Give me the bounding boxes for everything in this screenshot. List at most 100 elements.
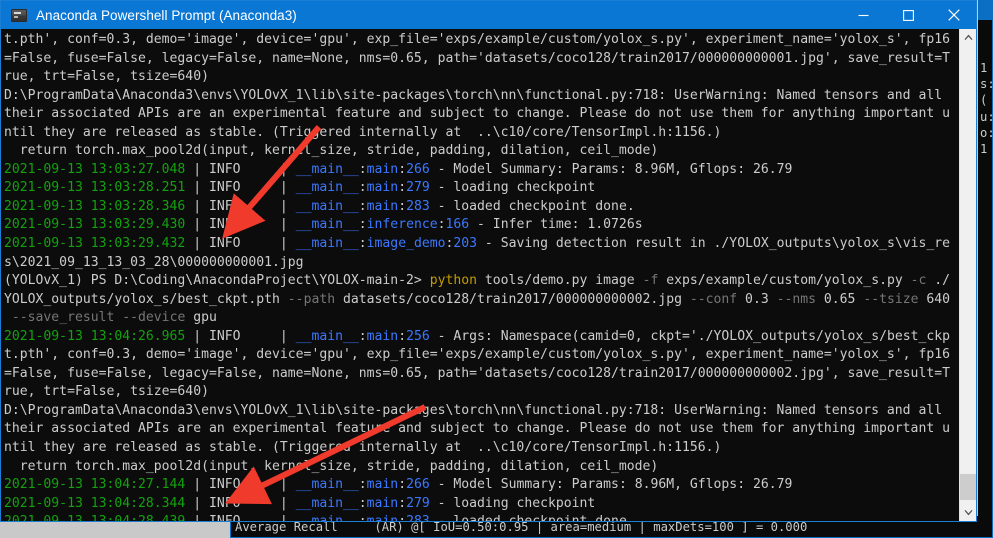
- terminal-line: return torch.max_pool2d(input, kernel_si…: [4, 142, 959, 161]
- terminal-text-blue: inference: [366, 217, 438, 233]
- terminal-line: 2021-09-13 13:03:29.430 | INFO | __main_…: [4, 216, 959, 235]
- terminal-text-white: 0.3: [737, 291, 777, 307]
- terminal-line: 2021-09-13 13:04:26.965 | INFO | __main_…: [4, 328, 959, 347]
- terminal-text-white: ./: [926, 273, 951, 289]
- terminal-line: rue, trt=False, tsize=640): [4, 68, 959, 87]
- terminal-text-white: :: [358, 236, 367, 252]
- terminal-text-white: 0.65: [816, 291, 864, 307]
- terminal-line: s\2021_09_13_13_03_28\000000000001.jpg: [4, 254, 959, 273]
- terminal-text-white: | INFO |: [185, 198, 296, 214]
- terminal-text-white: :: [398, 495, 407, 511]
- terminal-line: rue, trt=False, tsize=640): [4, 383, 959, 402]
- terminal-text-white: =False, fuse=False, legacy=False, name=N…: [4, 365, 950, 381]
- terminal-text-white: =False, fuse=False, legacy=False, name=N…: [4, 50, 950, 66]
- terminal-text-green: 2021-09-13 13:04:26.965: [4, 328, 186, 344]
- terminal-text-blue: __main__: [296, 514, 359, 521]
- terminal-text-white: | INFO |: [185, 495, 296, 511]
- terminal-line: YOLOX_outputs/yolox_s/best_ckpt.pth --pa…: [4, 291, 959, 310]
- terminal-text-white: - Model Summary: Params: 8.96M, Gflops: …: [429, 161, 793, 177]
- terminal-text-white: return torch.max_pool2d(input, kernel_si…: [4, 458, 659, 474]
- minimize-button[interactable]: [841, 1, 886, 29]
- terminal-text-gray: --tsize: [863, 291, 919, 307]
- terminal-line: t.pth', conf=0.3, demo='image', device='…: [4, 31, 959, 50]
- terminal-line: t.pth', conf=0.3, demo='image', device='…: [4, 346, 959, 365]
- terminal-text-gray: --save_result: [11, 310, 115, 326]
- terminal-text-white: rue, trt=False, tsize=640): [4, 384, 209, 400]
- window-title: Anaconda Powershell Prompt (Anaconda3): [36, 7, 297, 23]
- terminal-text-gray: --device: [122, 310, 186, 326]
- terminal-text-blue: __main__: [295, 477, 359, 493]
- terminal-text-white: | INFO |: [185, 514, 295, 521]
- scroll-down-arrow-icon[interactable]: [960, 504, 976, 521]
- terminal-line: D:\ProgramData\Anaconda3\envs\YOLOvX_1\l…: [4, 87, 959, 106]
- terminal-text-white: - Model Summary: Params: 8.96M, Gflops: …: [429, 477, 793, 493]
- terminal-line: (YOLOvX_1) PS D:\Coding\AnacondaProject\…: [4, 272, 959, 291]
- terminal-text-green: 2021-09-13 13:04:28.344: [4, 495, 186, 511]
- terminal-text-white: :: [358, 198, 367, 214]
- terminal-line: 2021-09-13 13:04:28.439 | INFO | __main_…: [4, 513, 959, 521]
- terminal-text-blue: __main__: [295, 328, 359, 344]
- terminal-lines: t.pth', conf=0.3, demo='image', device='…: [4, 31, 959, 521]
- terminal-text-blue: main: [366, 495, 399, 511]
- terminal-text-white: - Infer time: 1.0726s: [469, 217, 643, 233]
- terminal-line: 2021-09-13 13:04:27.144 | INFO | __main_…: [4, 476, 959, 495]
- window-caption-buttons: [841, 1, 976, 29]
- anaconda-powershell-window[interactable]: Anaconda Powershell Prompt (Anaconda3) t…: [0, 0, 977, 522]
- background-window-right-text: 1 s: ( u: o: 1: [980, 61, 992, 157]
- terminal-text-white: :: [398, 180, 407, 196]
- terminal-text-blue: __main__: [295, 495, 359, 511]
- terminal-text-blue: __main__: [295, 198, 359, 214]
- terminal-text-blue: 166: [445, 217, 470, 233]
- terminal-text-white: - loaded checkpoint done.: [429, 198, 635, 214]
- terminal-text-blue: 283: [406, 198, 430, 214]
- terminal-text-white: - Saving detection result in ./YOLOX_out…: [477, 236, 951, 252]
- maximize-button[interactable]: [886, 1, 931, 29]
- terminal-text-blue: 203: [453, 236, 478, 252]
- terminal-text-white: - loading checkpoint: [429, 495, 596, 511]
- terminal-line: --save_result --device gpu: [4, 309, 959, 328]
- terminal-text-white: their associated APIs are an experimenta…: [4, 421, 950, 437]
- terminal-text-blue: image_demo: [366, 236, 446, 252]
- terminal-text-white: ntil they are released as stable. (Trigg…: [4, 440, 722, 456]
- terminal-text-blue: 279: [406, 180, 430, 196]
- terminal-text-white: t.pth', conf=0.3, demo='image', device='…: [4, 347, 950, 363]
- terminal-text-white: :: [358, 477, 367, 493]
- terminal-text-yellow: python: [429, 273, 478, 289]
- terminal-text-blue: __main__: [295, 161, 359, 177]
- terminal-line: D:\ProgramData\Anaconda3\envs\YOLOvX_1\l…: [4, 402, 959, 421]
- terminal-text-white: YOLOX_outputs/yolox_s/best_ckpt.pth: [4, 291, 288, 307]
- terminal-line: 2021-09-13 13:04:28.344 | INFO | __main_…: [4, 495, 959, 514]
- terminal-text-white: :: [398, 477, 407, 493]
- scroll-up-arrow-icon[interactable]: [960, 29, 976, 46]
- console-client-area: t.pth', conf=0.3, demo='image', device='…: [1, 29, 976, 521]
- terminal-text-gray: --path: [287, 291, 336, 307]
- terminal-text-white: - Args: Namespace(camid=0, ckpt='./YOLOX…: [429, 328, 951, 344]
- terminal-text-blue: main: [366, 328, 399, 344]
- scrollbar-thumb[interactable]: [960, 474, 976, 500]
- terminal-text-white: :: [398, 514, 406, 521]
- terminal-text-green: 2021-09-13 13:03:27.048: [4, 161, 186, 177]
- terminal-text-green: 2021-09-13 13:04:27.144: [4, 477, 186, 493]
- terminal-output-area[interactable]: t.pth', conf=0.3, demo='image', device='…: [1, 29, 959, 521]
- terminal-text-blue: main: [366, 198, 399, 214]
- terminal-text-white: return torch.max_pool2d(input, kernel_si…: [4, 143, 659, 159]
- scrollbar-track[interactable]: [960, 46, 976, 504]
- terminal-text-gray: -f: [642, 273, 659, 289]
- terminal-text-gray: -c: [910, 273, 927, 289]
- terminal-text-white: 640: [918, 291, 951, 307]
- terminal-text-white: rue, trt=False, tsize=640): [4, 69, 209, 85]
- terminal-text-white: (YOLOvX_1) PS D:\Coding\AnacondaProject\…: [4, 273, 430, 289]
- terminal-text-white: gpu: [185, 310, 217, 326]
- terminal-line: =False, fuse=False, legacy=False, name=N…: [4, 50, 959, 69]
- terminal-text-white: - loading checkpoint: [429, 180, 596, 196]
- terminal-line: return torch.max_pool2d(input, kernel_si…: [4, 458, 959, 477]
- window-titlebar[interactable]: Anaconda Powershell Prompt (Anaconda3): [1, 1, 976, 29]
- terminal-text-white: datasets/coco128/train2017/000000000002.…: [335, 291, 690, 307]
- terminal-line: 2021-09-13 13:03:28.346 | INFO | __main_…: [4, 198, 959, 217]
- terminal-text-gray: --conf: [689, 291, 738, 307]
- vertical-scrollbar[interactable]: [959, 29, 976, 521]
- console-icon: [11, 8, 27, 22]
- terminal-text-white: D:\ProgramData\Anaconda3\envs\YOLOvX_1\l…: [4, 87, 943, 103]
- close-button[interactable]: [931, 1, 976, 29]
- terminal-text-green: 2021-09-13 13:03:29.430: [4, 217, 186, 233]
